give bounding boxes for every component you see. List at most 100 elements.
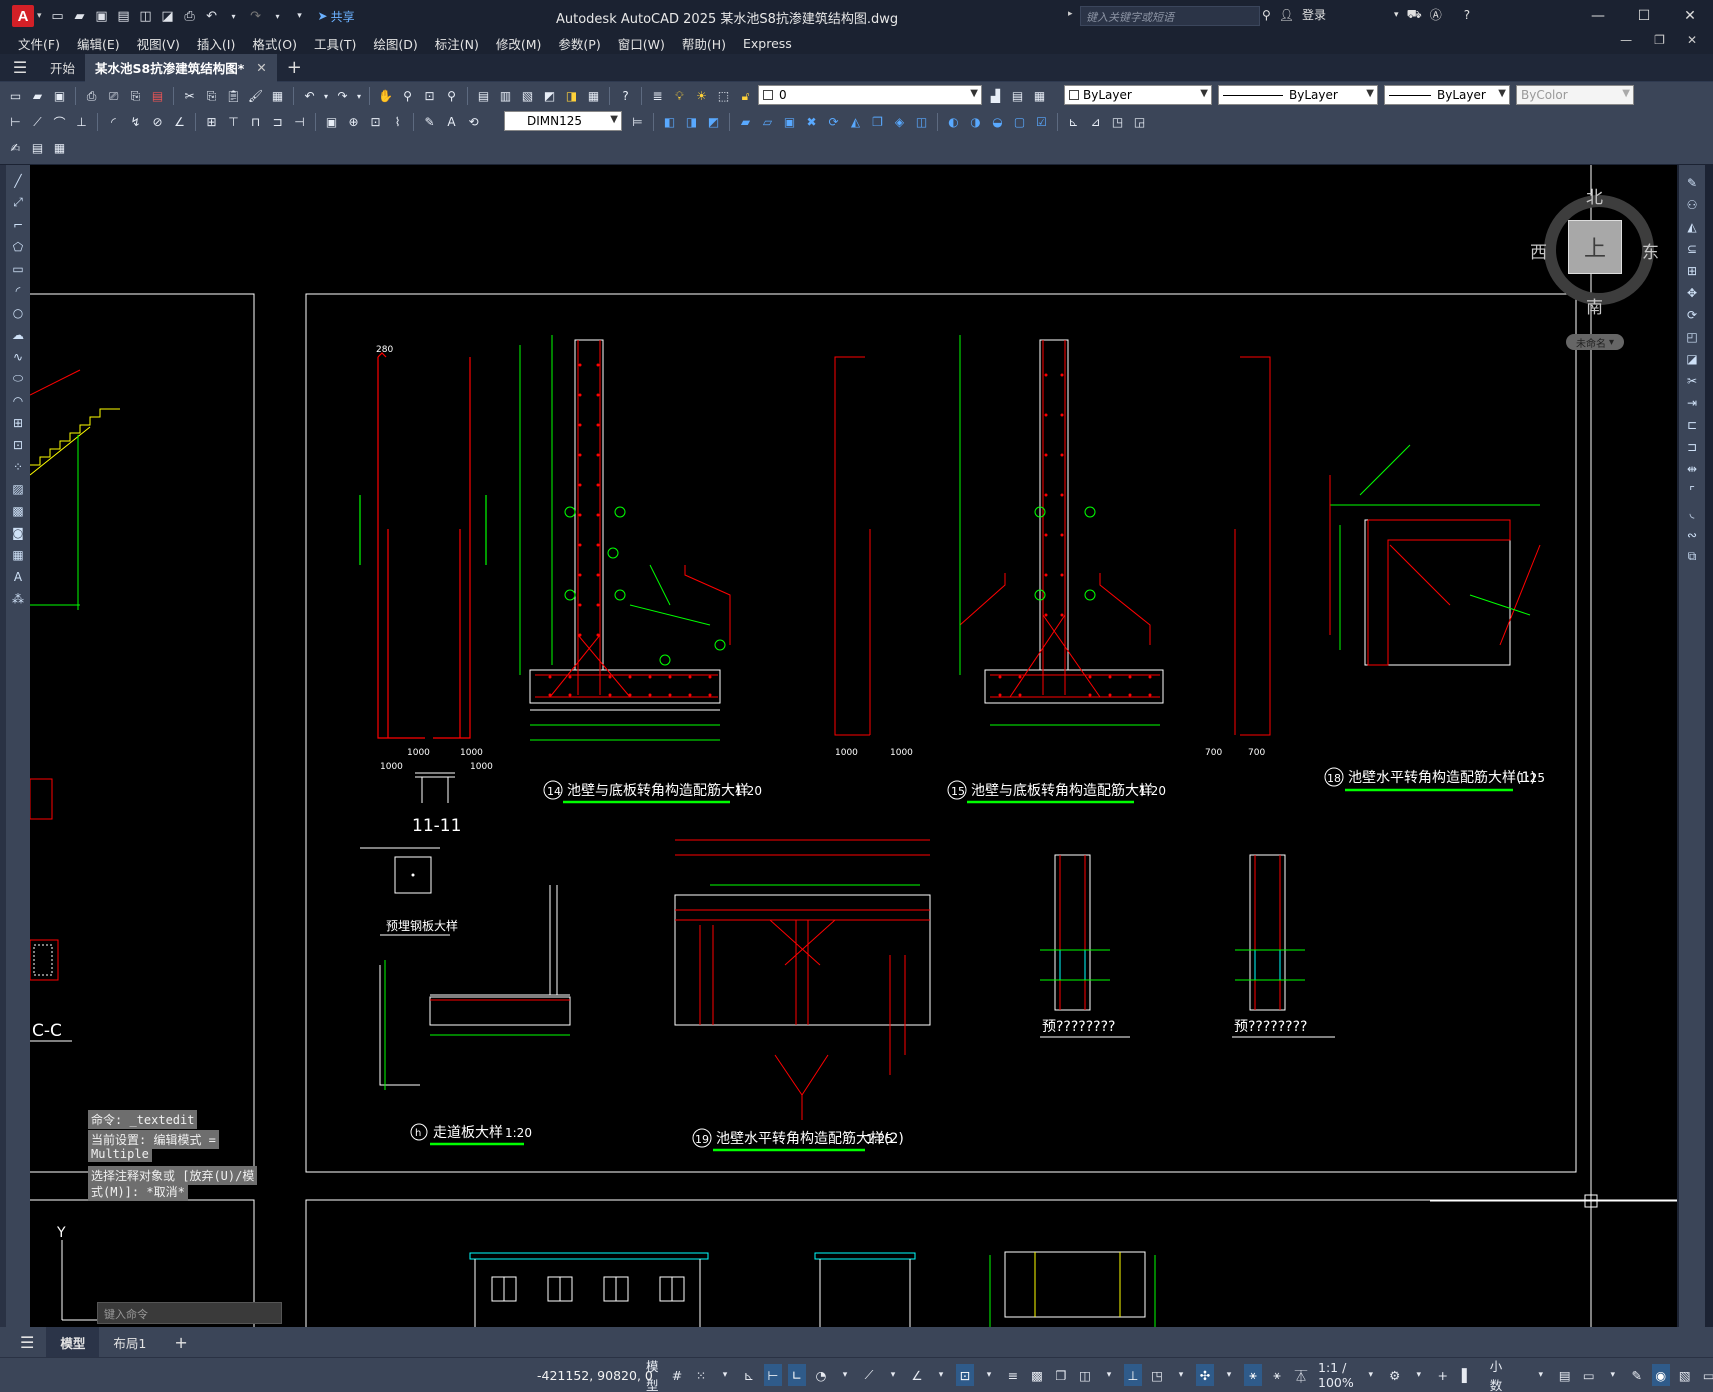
login-link[interactable]: 登录 <box>1302 6 1326 23</box>
tab-start[interactable]: 开始 <box>40 54 85 82</box>
new-tab-button[interactable]: + <box>277 54 312 82</box>
menu-edit[interactable]: 编辑(E) <box>77 34 120 53</box>
markup-icon[interactable]: ◨ <box>562 87 581 106</box>
snap-dropdown-icon[interactable]: ▾ <box>716 1364 734 1386</box>
file-tabs-menu-icon[interactable]: ☰ <box>0 58 40 77</box>
properties-icon[interactable]: ▤ <box>474 87 493 106</box>
gradient-icon[interactable]: ▩ <box>9 501 27 520</box>
add-layout-button[interactable]: + <box>160 1327 201 1357</box>
undo-dropdown-icon[interactable]: ▾ <box>224 6 244 26</box>
dim-ordinate-icon[interactable]: ⊥ <box>72 113 91 132</box>
dim-arc-icon[interactable]: ⌒ <box>50 113 69 132</box>
layer-properties-icon[interactable]: ≣ <box>648 87 667 106</box>
arc-icon[interactable]: ◜ <box>9 281 27 300</box>
express-text-icon[interactable]: ✍ <box>6 139 25 158</box>
layout-menu-icon[interactable]: ☰ <box>0 1327 46 1357</box>
doc-restore-icon[interactable]: ❐ <box>1654 33 1665 47</box>
new-file-icon[interactable]: ▭ <box>48 6 68 26</box>
scale-dropdown-icon[interactable]: ▾ <box>1362 1364 1380 1386</box>
ellipse-icon[interactable]: ⬭ <box>9 369 27 388</box>
move-faces-icon[interactable]: ▱ <box>758 113 777 132</box>
make-block-icon[interactable]: ⊡ <box>9 435 27 454</box>
command-input[interactable]: 键入命令 <box>97 1302 282 1324</box>
units-dropdown-icon[interactable]: ▾ <box>1532 1364 1550 1386</box>
copy-faces-icon[interactable]: ❐ <box>868 113 887 132</box>
share-button[interactable]: ➤ 共享 <box>318 8 355 25</box>
auto-scale-icon[interactable]: ⚹ <box>1268 1364 1286 1386</box>
break-icon[interactable]: ⊐ <box>1683 437 1701 456</box>
minimize-icon[interactable]: — <box>1575 0 1621 32</box>
dim-baseline-icon[interactable]: ⊤ <box>224 113 243 132</box>
lineweight-icon[interactable]: ≡ <box>1004 1364 1022 1386</box>
ucs-world-icon[interactable]: ⊿ <box>1086 113 1105 132</box>
tolerance-icon[interactable]: ▣ <box>322 113 341 132</box>
otrack-icon[interactable]: ∠ <box>908 1364 926 1386</box>
dim-break-icon[interactable]: ⊣ <box>290 113 309 132</box>
compass-south[interactable]: 南 <box>1586 293 1603 318</box>
search-icon[interactable]: ⚲ <box>1262 8 1271 22</box>
extrude-faces-icon[interactable]: ▰ <box>736 113 755 132</box>
menu-dimension[interactable]: 标注(N) <box>435 34 479 53</box>
copy-icon[interactable]: ⚇ <box>1683 195 1701 214</box>
isolate-objects-icon[interactable]: ✎ <box>1628 1364 1646 1386</box>
rectangle-icon[interactable]: ▭ <box>9 259 27 278</box>
mtext-icon[interactable]: A <box>9 567 27 586</box>
save-icon[interactable]: ▣ <box>50 87 69 106</box>
insert-block-icon[interactable]: ⊞ <box>9 413 27 432</box>
selection-filter-dropdown-icon[interactable]: ▾ <box>1172 1364 1190 1386</box>
open-web-icon[interactable]: ◫ <box>136 6 156 26</box>
redo-dropdown-icon[interactable]: ▾ <box>268 6 288 26</box>
zoom-window-icon[interactable]: ⊡ <box>420 87 439 106</box>
menu-express[interactable]: Express <box>743 36 792 51</box>
line-icon[interactable]: ╱ <box>9 171 27 190</box>
menu-window[interactable]: 窗口(W) <box>618 34 665 53</box>
drawing-canvas[interactable]: C-C 280 1000 1000 1000 1000 14 池壁与底板转角构造… <box>30 165 1677 1327</box>
dim-text-edit-icon[interactable]: A <box>442 113 461 132</box>
tab-model[interactable]: 模型 <box>46 1327 100 1357</box>
dimstyle-manager-icon[interactable]: ⊨ <box>628 113 647 132</box>
paste-icon[interactable]: 📋︎ <box>224 87 243 106</box>
close-icon[interactable]: ✕ <box>1667 0 1713 32</box>
add-selected-icon[interactable]: ⁂ <box>9 589 27 608</box>
extend-icon[interactable]: ⇥ <box>1683 393 1701 412</box>
trim-icon[interactable]: ✂ <box>1683 371 1701 390</box>
infer-constraints-icon[interactable]: ⊾ <box>740 1364 758 1386</box>
login-dropdown-icon[interactable]: ▾ <box>1394 10 1399 20</box>
annotation-scale-icon[interactable]: ⏄ <box>1292 1364 1310 1386</box>
ucs-face-icon[interactable]: ◲ <box>1130 113 1149 132</box>
plot-icon[interactable]: ⎙ <box>82 87 101 106</box>
layer-previous-icon[interactable]: ▤ <box>1008 87 1027 106</box>
redo-icon[interactable]: ↷ <box>333 87 352 106</box>
dim-radius-icon[interactable]: ◜ <box>104 113 123 132</box>
3d-osnap-dropdown-icon[interactable]: ▾ <box>1100 1364 1118 1386</box>
layer-lock-icon[interactable]: 🔓︎ <box>736 87 755 106</box>
scale-icon[interactable]: ◰ <box>1683 327 1701 346</box>
shell-icon[interactable]: ▢ <box>1010 113 1029 132</box>
save-web-icon[interactable]: ◪ <box>158 6 178 26</box>
hatch-icon[interactable]: ▨ <box>9 479 27 498</box>
color-combo[interactable]: ByLayer ▼ <box>1064 85 1212 105</box>
redo-icon[interactable]: ↷ <box>246 6 266 26</box>
copy-icon[interactable]: ⎘ <box>202 87 221 106</box>
workspace-gear-icon[interactable]: ⚙ <box>1386 1364 1404 1386</box>
search-expand-icon[interactable]: ▸ <box>1068 9 1073 19</box>
express-layer-icon[interactable]: ▤ <box>28 139 47 158</box>
dim-update-icon[interactable]: ⟲ <box>464 113 483 132</box>
save-as-icon[interactable]: ▤ <box>114 6 134 26</box>
center-mark-icon[interactable]: ⊕ <box>344 113 363 132</box>
block-editor-icon[interactable]: ▦ <box>268 87 287 106</box>
ucs-icon[interactable]: ⊾ <box>1064 113 1083 132</box>
copy-edges-icon[interactable]: ◫ <box>912 113 931 132</box>
polar-icon[interactable]: ◔ <box>812 1364 830 1386</box>
graphics-performance-icon[interactable]: ▧ <box>1676 1364 1694 1386</box>
intersect-icon[interactable]: ◩ <box>704 113 723 132</box>
tab-close-icon[interactable]: ✕ <box>256 60 266 75</box>
clean-screen-icon[interactable]: ▭ <box>1700 1364 1713 1386</box>
table-icon[interactable]: ▦ <box>9 545 27 564</box>
clean-icon[interactable]: ◑ <box>966 113 985 132</box>
designcenter-icon[interactable]: ▥ <box>496 87 515 106</box>
compass-east[interactable]: 东 <box>1642 238 1659 263</box>
viewcube[interactable]: 上 北 南 西 东 <box>1530 183 1660 318</box>
user-icon[interactable]: 👤︎ <box>1279 8 1294 22</box>
layer-states-icon[interactable]: ▦ <box>1030 87 1049 106</box>
